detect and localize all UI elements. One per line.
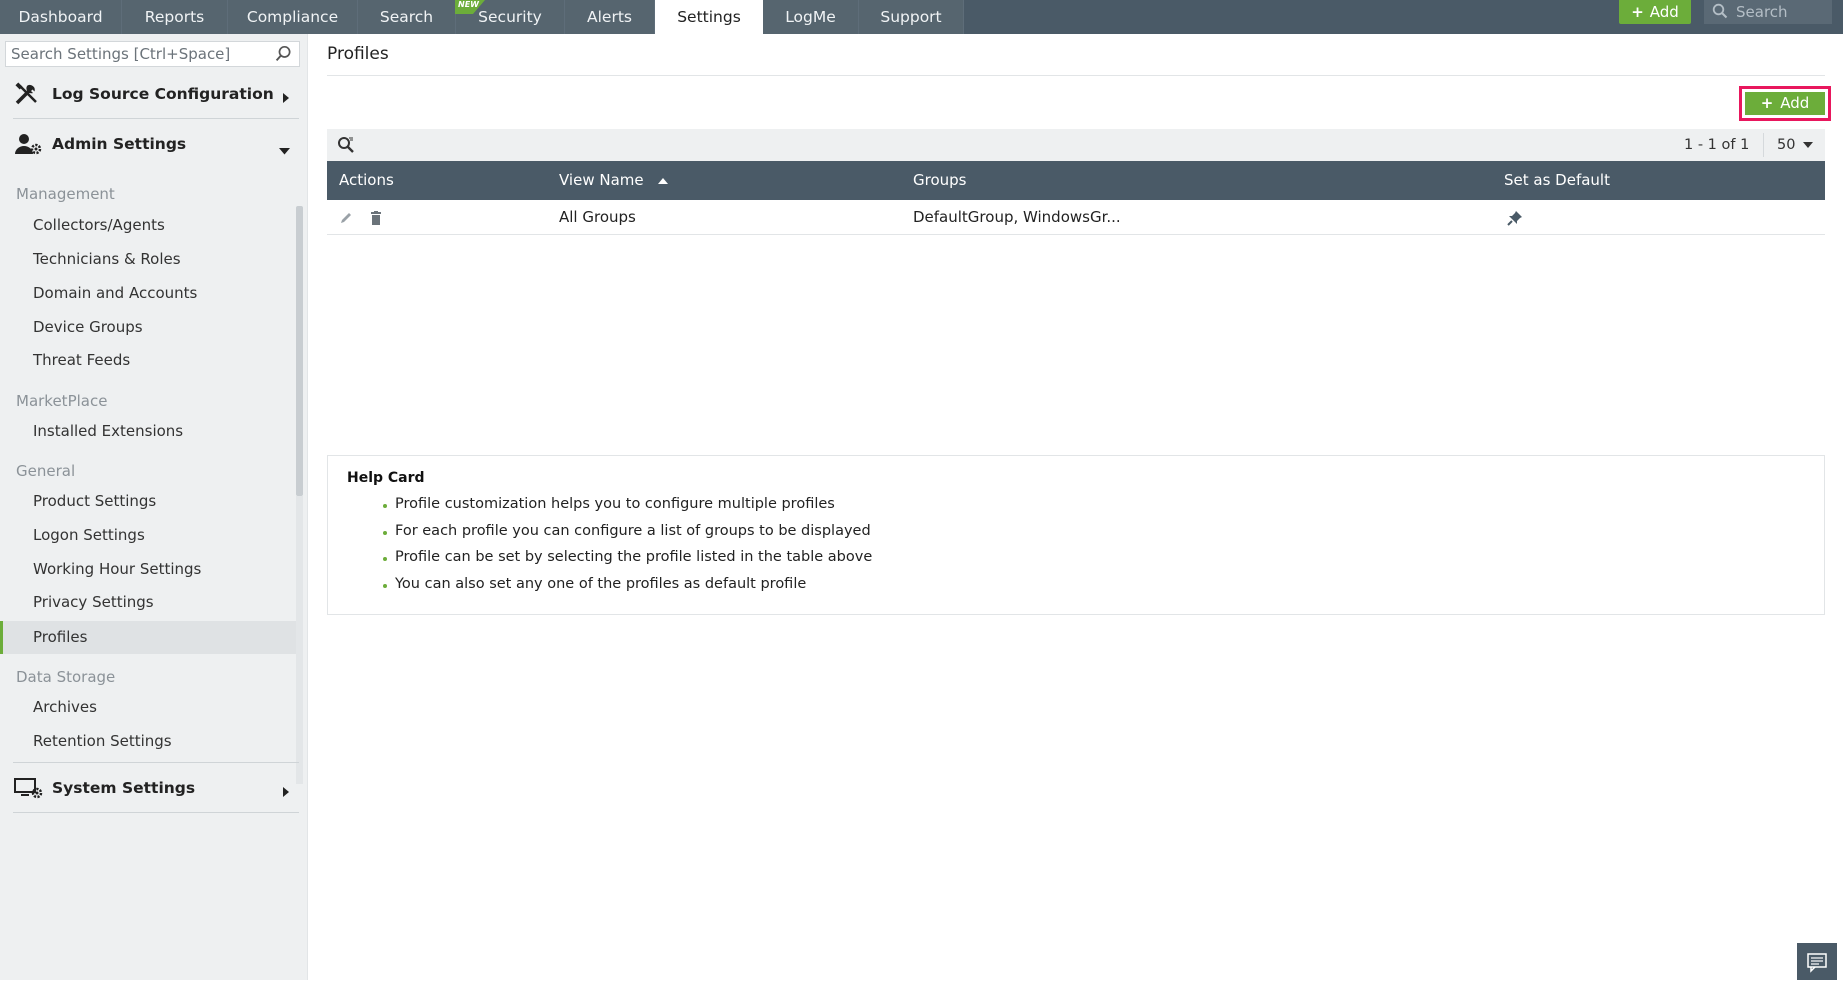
tab-security[interactable]: NEW Security <box>455 0 565 34</box>
group-marketplace-label: MarketPlace <box>16 392 108 410</box>
table-toolbar: 1 - 1 of 1 50 <box>327 129 1825 161</box>
tab-search[interactable]: Search <box>358 0 456 34</box>
sort-ascending-icon <box>658 177 669 184</box>
search-icon <box>1712 2 1728 26</box>
sidebar-item-domain-accounts[interactable]: Domain and Accounts <box>0 277 300 310</box>
section-log-source-configuration[interactable]: Log Source Configuration <box>0 70 308 118</box>
add-profile-label: Add <box>1780 94 1810 112</box>
table-search-icon[interactable] <box>337 136 355 158</box>
pagination-info: 1 - 1 of 1 <box>1684 137 1750 153</box>
tab-dashboard[interactable]: Dashboard <box>0 0 122 34</box>
sidebar-scrollbar-thumb[interactable] <box>296 206 303 496</box>
list-item: Profile customization helps you to confi… <box>383 496 872 523</box>
sidebar-item-retention-settings[interactable]: Retention Settings <box>0 725 300 758</box>
column-view-name-label: View Name <box>559 171 644 189</box>
tab-security-label: Security <box>478 8 542 26</box>
list-item: For each profile you can configure a lis… <box>383 523 872 550</box>
group-general-label: General <box>16 462 76 480</box>
sidebar-item-threat-feeds[interactable]: Threat Feeds <box>0 344 300 377</box>
title-divider <box>327 75 1825 76</box>
sidebar-item-working-hour-settings[interactable]: Working Hour Settings <box>0 553 300 586</box>
tab-compliance[interactable]: Compliance <box>228 0 358 34</box>
caret-right-icon <box>282 89 290 107</box>
caret-down-icon <box>279 141 290 159</box>
help-card-title: Help Card <box>347 470 425 486</box>
search-icon[interactable] <box>275 45 292 69</box>
top-navigation: Dashboard Reports Compliance Search NEW … <box>0 0 1843 34</box>
tab-support[interactable]: Support <box>859 0 964 34</box>
group-management-label: Management <box>16 185 115 203</box>
tab-settings[interactable]: Settings <box>655 0 763 34</box>
sidebar-item-product-settings[interactable]: Product Settings <box>0 485 300 518</box>
section-log-source-label: Log Source Configuration <box>52 85 274 103</box>
add-profile-button[interactable]: + Add <box>1745 92 1825 115</box>
row-groups: DefaultGroup, WindowsGr... <box>913 208 1121 226</box>
divider <box>13 812 299 813</box>
page-title: Profiles <box>327 44 389 64</box>
list-item: Profile can be set by selecting the prof… <box>383 549 872 576</box>
section-system-settings[interactable]: System Settings <box>0 764 308 812</box>
sidebar-item-archives[interactable]: Archives <box>0 691 300 724</box>
column-groups[interactable]: Groups <box>913 161 966 200</box>
chat-button[interactable] <box>1797 943 1837 980</box>
sidebar-item-collectors-agents[interactable]: Collectors/Agents <box>0 209 300 242</box>
sidebar-item-profiles[interactable]: Profiles <box>0 621 300 654</box>
tab-reports[interactable]: Reports <box>122 0 228 34</box>
edit-icon[interactable] <box>339 200 353 235</box>
list-item: You can also set any one of the profiles… <box>383 576 872 603</box>
divider <box>13 762 299 763</box>
delete-icon[interactable] <box>370 200 382 235</box>
sidebar-item-installed-extensions[interactable]: Installed Extensions <box>0 415 300 448</box>
caret-down-icon <box>1803 142 1814 148</box>
chat-icon <box>1807 953 1827 973</box>
settings-search-placeholder: Search Settings [Ctrl+Space] <box>11 45 231 63</box>
table-row: All Groups DefaultGroup, WindowsGr... <box>327 200 1825 235</box>
tab-alerts[interactable]: Alerts <box>565 0 655 34</box>
sidebar-item-device-groups[interactable]: Device Groups <box>0 311 300 344</box>
top-search-input[interactable]: Search <box>1704 0 1832 24</box>
plus-icon: + <box>1631 3 1644 21</box>
sidebar-item-technicians-roles[interactable]: Technicians & Roles <box>0 243 300 276</box>
tab-logme[interactable]: LogMe <box>763 0 859 34</box>
sidebar-scrollbar-track[interactable] <box>296 496 303 784</box>
divider <box>1763 133 1764 157</box>
section-admin-settings[interactable]: Admin Settings <box>0 120 308 168</box>
column-actions: Actions <box>339 171 394 189</box>
top-search-placeholder: Search <box>1736 3 1788 21</box>
top-add-button[interactable]: + Add <box>1619 0 1691 24</box>
user-gear-icon <box>14 132 44 156</box>
divider <box>13 118 299 119</box>
per-page-value: 50 <box>1777 137 1796 153</box>
pin-icon[interactable] <box>1507 200 1523 235</box>
sidebar-item-logon-settings[interactable]: Logon Settings <box>0 519 300 552</box>
per-page-select[interactable]: 50 <box>1777 137 1814 153</box>
tools-icon <box>14 82 44 106</box>
top-add-label: Add <box>1649 3 1679 21</box>
row-view-name[interactable]: All Groups <box>559 200 636 235</box>
column-view-name[interactable]: View Name <box>559 161 669 200</box>
group-data-storage-label: Data Storage <box>16 668 116 686</box>
settings-sidebar: Search Settings [Ctrl+Space] Log Source … <box>0 34 308 980</box>
settings-search-input[interactable]: Search Settings [Ctrl+Space] <box>5 41 300 67</box>
plus-icon: + <box>1760 94 1774 112</box>
section-admin-label: Admin Settings <box>52 135 187 153</box>
section-system-label: System Settings <box>52 779 196 797</box>
sidebar-item-privacy-settings[interactable]: Privacy Settings <box>0 586 300 619</box>
table-header: Actions View Name Groups Set as Default <box>327 161 1825 200</box>
help-list: Profile customization helps you to confi… <box>383 496 872 602</box>
help-card: Help Card Profile customization helps yo… <box>327 455 1825 615</box>
column-set-as-default[interactable]: Set as Default <box>1504 161 1610 200</box>
monitor-gear-icon <box>14 776 44 800</box>
caret-right-icon <box>282 783 290 801</box>
